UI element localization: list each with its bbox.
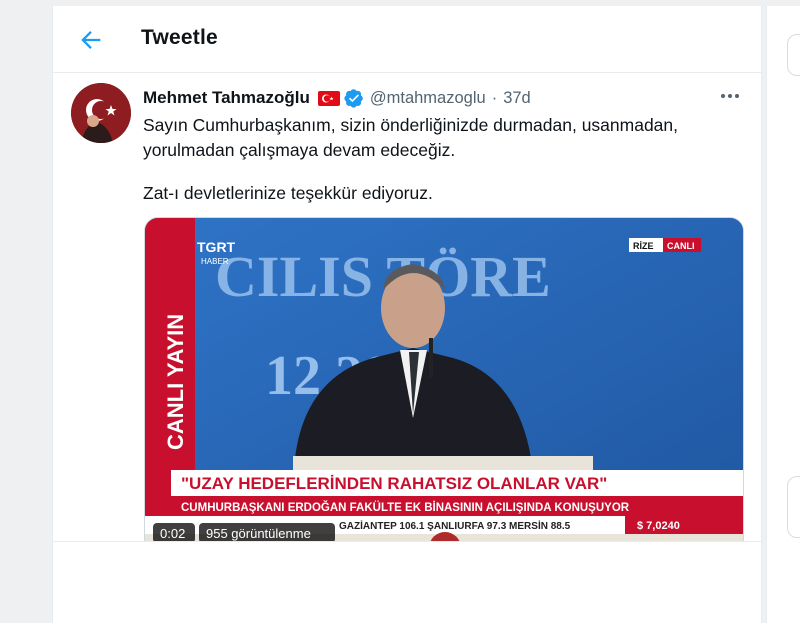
verified-badge-icon bbox=[344, 88, 364, 108]
header: Tweetle bbox=[53, 6, 761, 73]
live-badge: CANLI bbox=[667, 241, 695, 251]
reply-area bbox=[53, 542, 761, 623]
video-views: 955 görüntülenme bbox=[206, 526, 311, 541]
video-ticker: GAZİANTEP 106.1 ŞANLIURFA 97.3 MERSİN 88… bbox=[339, 519, 571, 532]
video-headline: "UZAY HEDEFLERİNDEN RAHATSIZ OLANLAR VAR… bbox=[181, 474, 607, 493]
tweet-text-line-1: Sayın Cumhurbaşkanım, sizin önderliğiniz… bbox=[143, 115, 679, 135]
tweet-text-line-2: yorulmadan çalışmaya devam edeceğiz. bbox=[143, 140, 456, 160]
turkey-flag-icon bbox=[317, 90, 340, 106]
separator: · bbox=[491, 88, 498, 107]
timestamp[interactable]: 37d bbox=[503, 89, 531, 108]
video-subheadline: CUMHURBAŞKANI ERDOĞAN FAKÜLTE EK BİNASIN… bbox=[181, 501, 630, 514]
location-badge: RİZE bbox=[633, 241, 654, 251]
author-name[interactable]: Mehmet Tahmazoğlu bbox=[143, 88, 310, 108]
right-sidebar-edge bbox=[766, 6, 800, 623]
channel-top: TGRT bbox=[197, 239, 236, 255]
back-arrow-icon[interactable] bbox=[77, 26, 105, 54]
sidebar-widget[interactable] bbox=[787, 34, 800, 76]
tweet-column: Tweetle Mehmet Tahmazoğlu @mtahmazoglu ·… bbox=[52, 6, 762, 623]
channel-bottom: HABER bbox=[201, 257, 229, 266]
video-player[interactable]: CILIS TÖRE 12 2021 CANLI YAYIN TGRT HABE… bbox=[144, 217, 744, 555]
more-dots-icon[interactable] bbox=[719, 89, 741, 103]
avatar[interactable] bbox=[71, 83, 131, 143]
tweet-text-line-3: Zat-ı devletlerinize teşekkür ediyoruz. bbox=[143, 183, 433, 203]
currency-rate: $ 7,0240 bbox=[637, 520, 680, 532]
sidebar-widget[interactable] bbox=[787, 476, 800, 538]
author-handle[interactable]: @mtahmazoglu bbox=[370, 89, 486, 108]
page-title: Tweetle bbox=[141, 26, 218, 49]
live-vertical-label: CANLI YAYIN bbox=[163, 314, 188, 450]
video-duration: 0:02 bbox=[160, 526, 185, 541]
author-line: Mehmet Tahmazoğlu @mtahmazoglu · 37d bbox=[143, 88, 531, 108]
